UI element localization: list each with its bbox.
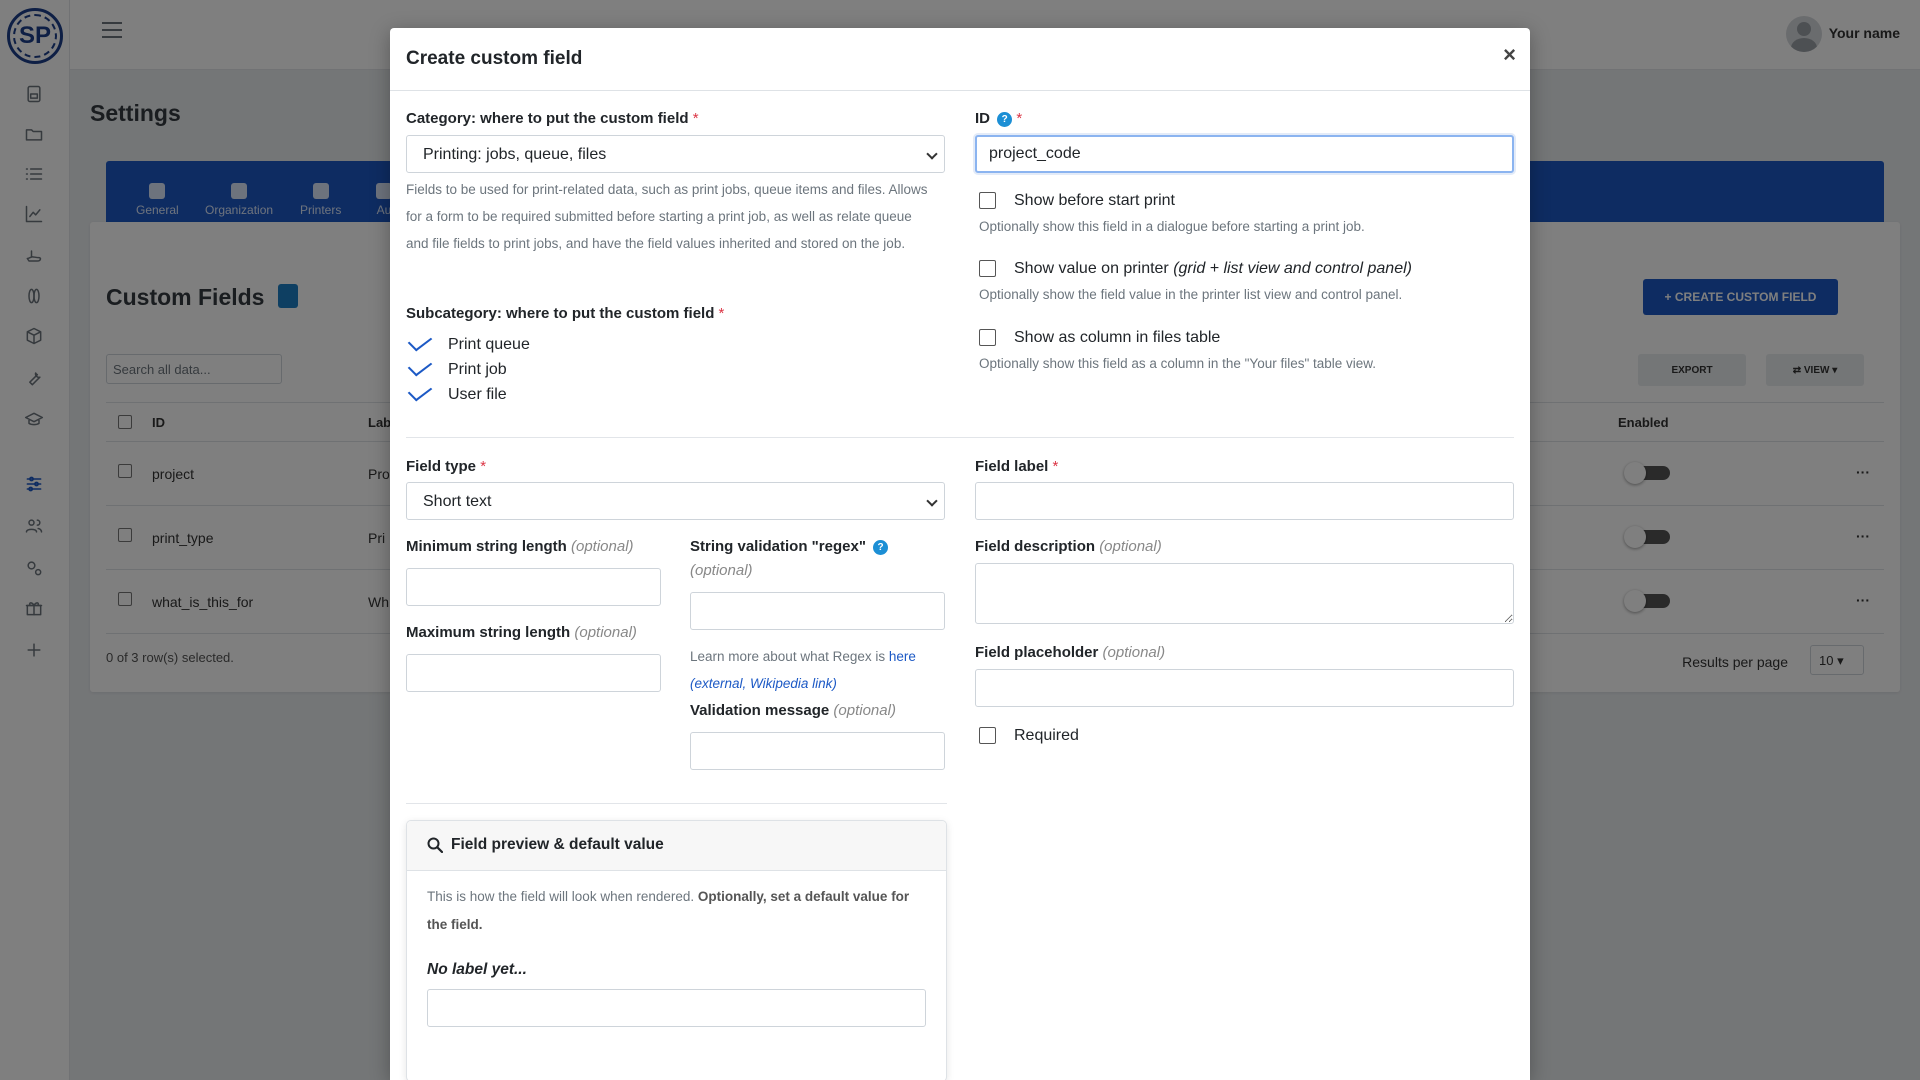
- subcategory-user-file[interactable]: User file: [406, 380, 507, 404]
- field-placeholder-input[interactable]: [975, 669, 1514, 707]
- create-custom-field-modal: Create custom field × Category: where to…: [390, 28, 1530, 1080]
- show-value-on-printer-help: Optionally show the field value in the p…: [979, 287, 1403, 302]
- field-placeholder-label: Field placeholder (optional): [975, 644, 1166, 661]
- preview-divider: [406, 803, 947, 804]
- min-length-input[interactable]: [406, 568, 661, 606]
- field-description-label: Field description (optional): [975, 538, 1162, 555]
- regex-label: String validation "regex" ?: [690, 538, 889, 555]
- max-length-label: Maximum string length (optional): [406, 624, 637, 641]
- subcategory-print-job[interactable]: Print job: [406, 355, 507, 379]
- id-label: ID ? *: [975, 110, 1023, 127]
- show-before-start-print-help: Optionally show this field in a dialogue…: [979, 219, 1365, 234]
- regex-help: Learn more about what Regex is here (ext…: [690, 649, 916, 691]
- min-length-label: Minimum string length (optional): [406, 538, 634, 555]
- field-label-input[interactable]: [975, 482, 1514, 520]
- chevron-down-icon: [926, 495, 938, 507]
- preview-header: Field preview & default value: [407, 821, 946, 871]
- field-description-input[interactable]: [975, 563, 1514, 624]
- show-as-column-label: Show as column in files table: [1014, 329, 1221, 346]
- check-icon: [407, 355, 433, 377]
- validation-message-input[interactable]: [690, 732, 945, 770]
- category-label: Category: where to put the custom field …: [406, 110, 699, 127]
- regex-optional: (optional): [690, 562, 753, 579]
- subcategory-print-queue[interactable]: Print queue: [406, 330, 530, 354]
- show-before-start-print-checkbox[interactable]: [979, 192, 996, 209]
- field-preview-card: Field preview & default value This is ho…: [406, 820, 947, 1080]
- max-length-input[interactable]: [406, 654, 661, 692]
- show-value-on-printer-checkbox[interactable]: [979, 260, 996, 277]
- preview-field-label: No label yet...: [427, 961, 527, 978]
- required-checkbox[interactable]: [979, 727, 996, 744]
- required-label: Required: [1014, 727, 1079, 744]
- check-icon: [407, 330, 433, 352]
- show-as-column-checkbox[interactable]: [979, 329, 996, 346]
- preview-title: Field preview & default value: [451, 836, 664, 853]
- preview-description: This is how the field will look when ren…: [427, 889, 910, 932]
- regex-wikipedia-link[interactable]: (external, Wikipedia link): [690, 676, 837, 691]
- subcategory-label: Subcategory: where to put the custom fie…: [406, 305, 725, 322]
- category-help: Fields to be used for print-related data…: [406, 182, 928, 251]
- field-type-select[interactable]: Short text: [406, 482, 945, 520]
- modal-title: Create custom field: [406, 48, 583, 69]
- regex-help-link[interactable]: here: [889, 649, 916, 664]
- section-divider: [406, 437, 1514, 438]
- show-as-column-help: Optionally show this field as a column i…: [979, 356, 1377, 371]
- close-icon[interactable]: ×: [1503, 44, 1516, 66]
- modal-header: Create custom field ×: [390, 28, 1530, 91]
- search-icon: [427, 837, 443, 853]
- show-value-on-printer-label: Show value on printer (grid + list view …: [1014, 260, 1412, 277]
- category-select[interactable]: Printing: jobs, queue, files: [406, 135, 945, 173]
- field-label-label: Field label *: [975, 458, 1059, 475]
- field-type-label: Field type *: [406, 458, 487, 475]
- regex-input[interactable]: [690, 592, 945, 630]
- check-icon: [407, 380, 433, 402]
- id-input[interactable]: [975, 135, 1514, 173]
- preview-default-value-input[interactable]: [427, 989, 926, 1027]
- help-icon[interactable]: ?: [873, 540, 889, 555]
- help-icon[interactable]: ?: [997, 112, 1013, 127]
- show-before-start-print-label: Show before start print: [1014, 192, 1175, 209]
- validation-message-label: Validation message (optional): [690, 702, 896, 719]
- chevron-down-icon: [926, 148, 938, 160]
